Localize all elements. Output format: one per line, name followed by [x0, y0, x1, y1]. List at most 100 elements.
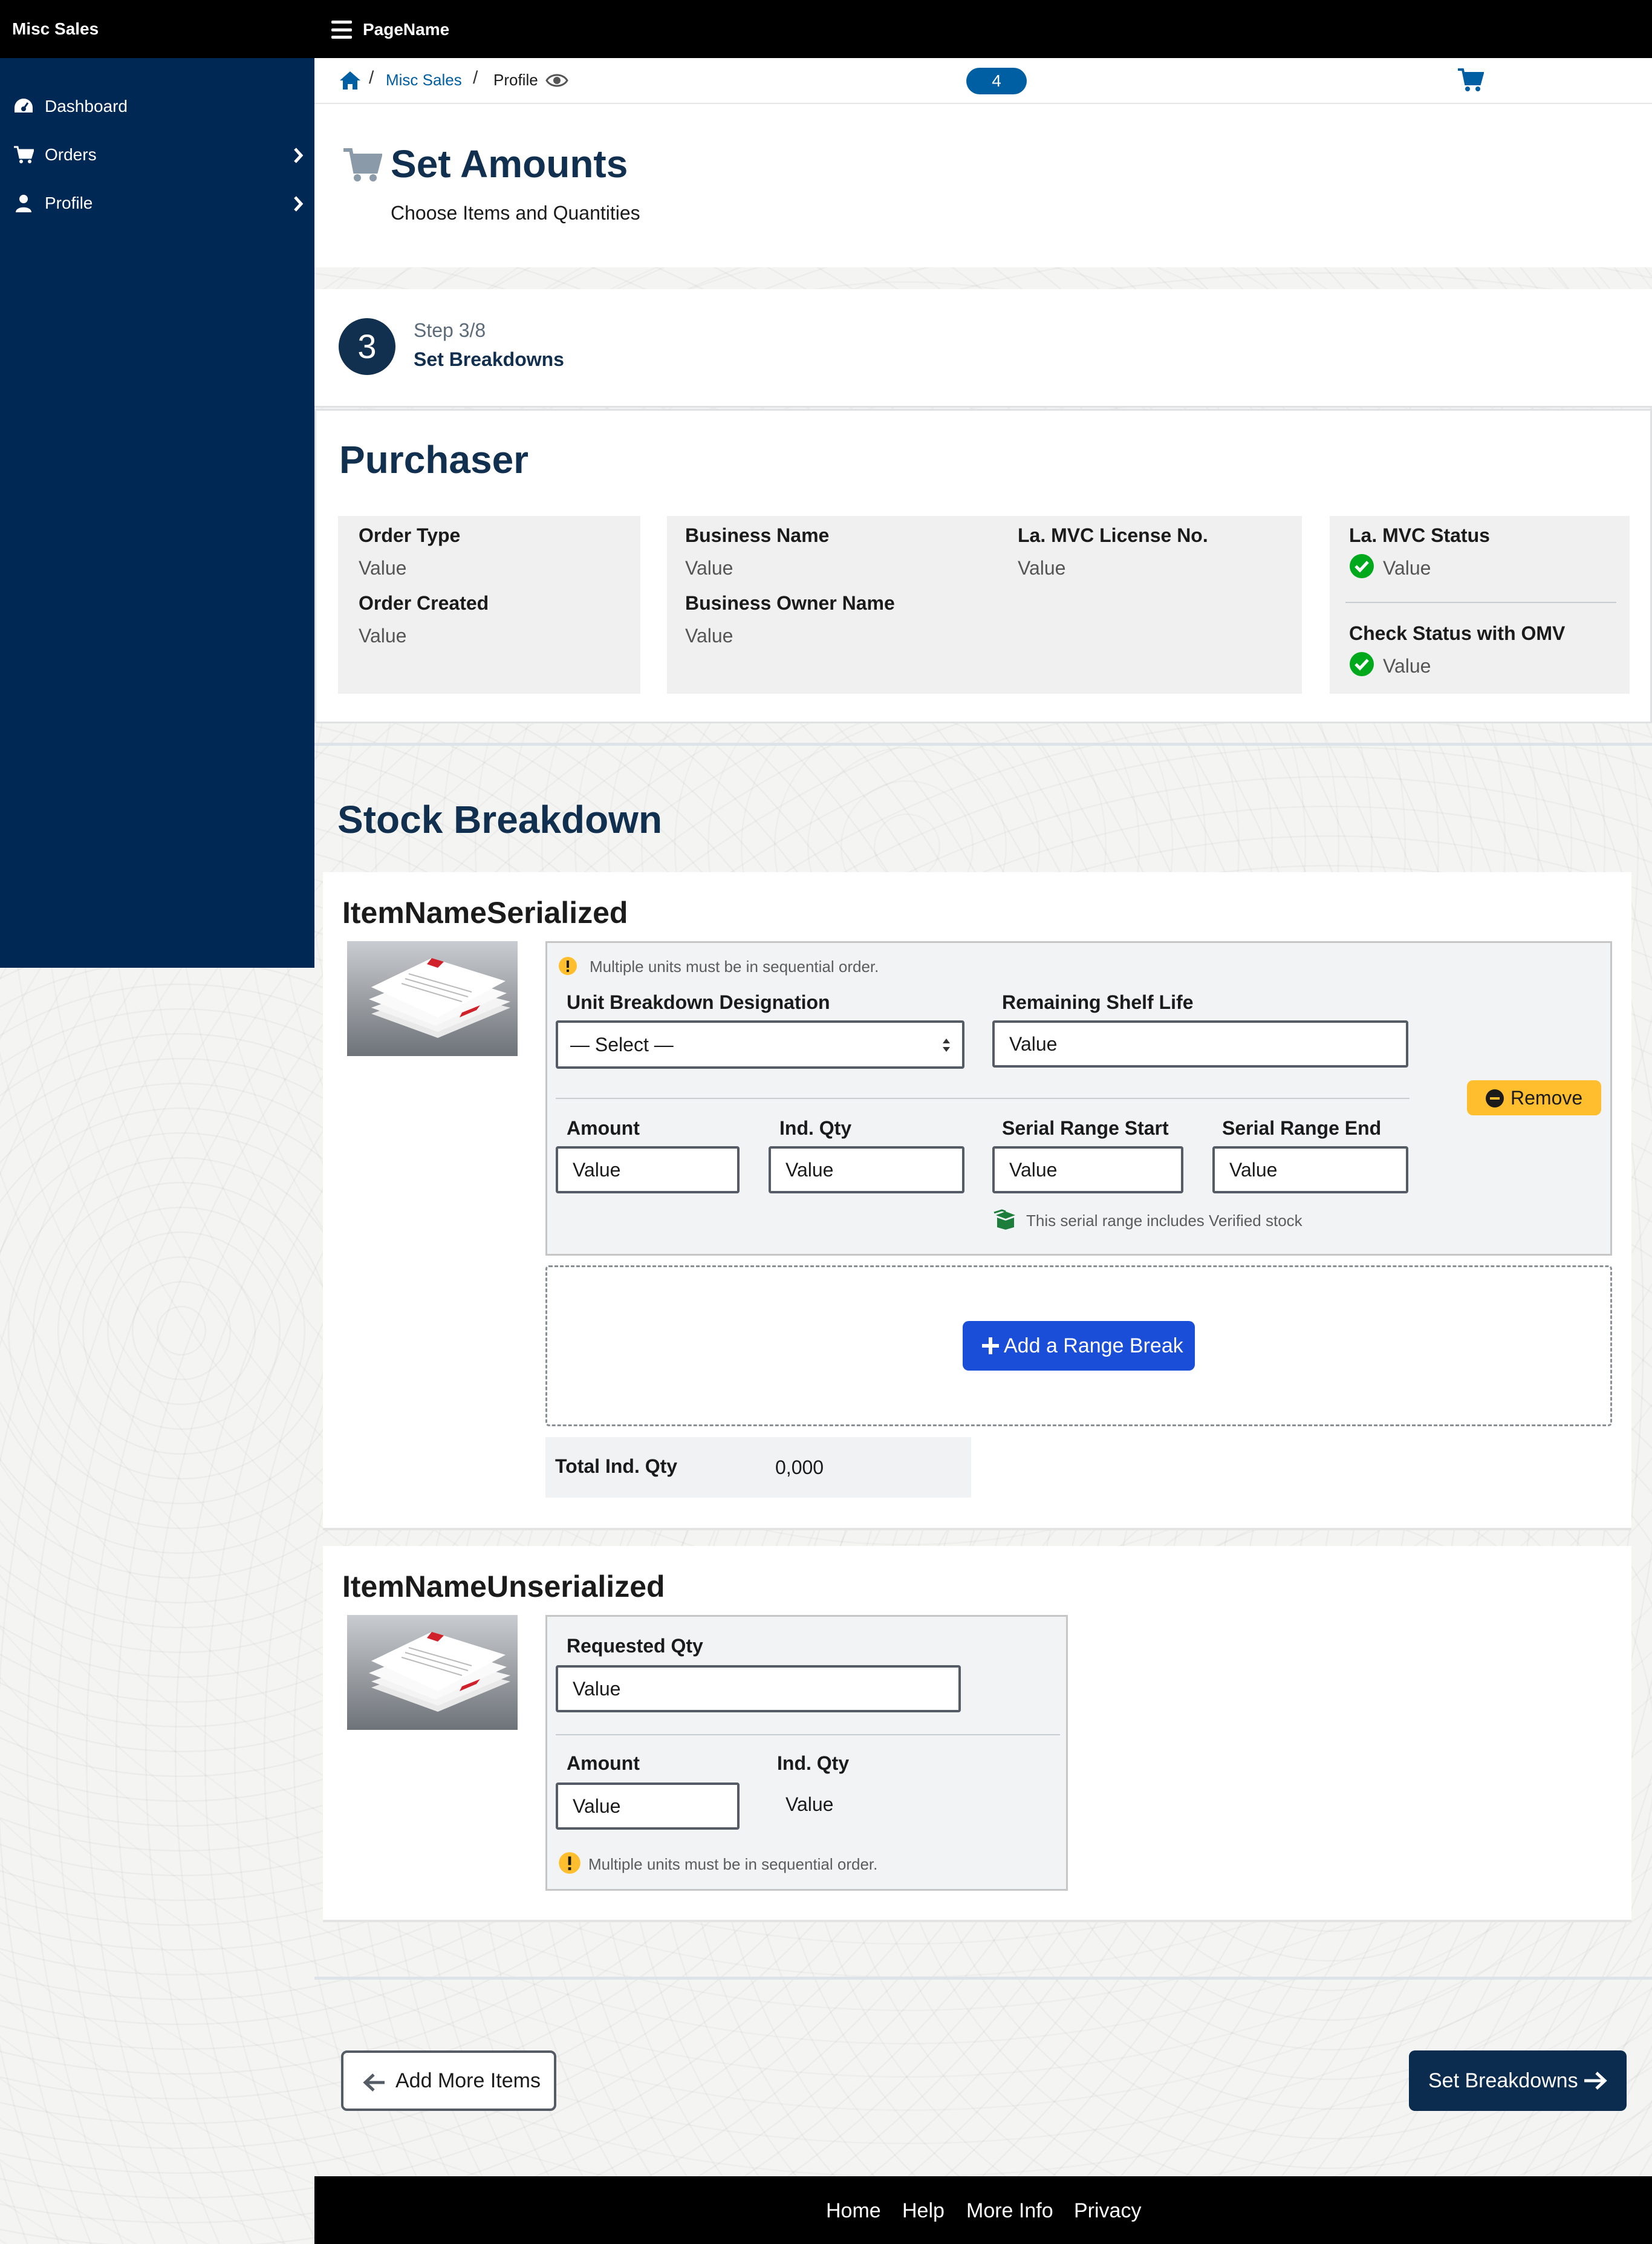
unserialized-form: Requested Qty Amount Ind. Qty Value Mult… [545, 1615, 1068, 1891]
footer-link-help[interactable]: Help [902, 2199, 945, 2223]
sidebar-item-dashboard[interactable]: Dashboard [0, 82, 314, 131]
breadcrumb-separator: / [473, 68, 478, 88]
serial-start-label: Serial Range Start [1002, 1117, 1169, 1139]
step-title: Set Breakdowns [414, 348, 564, 370]
sequential-order-hint: Multiple units must be in sequential ord… [590, 957, 879, 976]
owner-name-label: Business Owner Name [685, 592, 895, 614]
document-stack-image [347, 941, 518, 1056]
footer-link-more-info[interactable]: More Info [966, 2199, 1053, 2223]
add-more-items-button[interactable]: Add More Items [341, 2050, 556, 2111]
step-count: Step 3/8 [414, 319, 486, 341]
item-thumbnail-image [347, 941, 518, 1056]
serial-end-label: Serial Range End [1222, 1117, 1382, 1139]
license-value: Value [1018, 557, 1066, 579]
shelf-life-label: Remaining Shelf Life [1002, 991, 1194, 1013]
page-subtitle: Choose Items and Quantities [391, 202, 640, 224]
eye-icon[interactable] [545, 71, 568, 90]
breadcrumb-current: Profile [493, 71, 538, 89]
license-label: La. MVC License No. [1018, 524, 1208, 546]
range-break-form: Multiple units must be in sequential ord… [545, 941, 1612, 1256]
hamburger-menu-icon[interactable] [331, 21, 352, 39]
sidebar-item-label: Profile [45, 194, 93, 212]
app-title[interactable]: Misc Sales [12, 0, 99, 58]
dashboard-icon [15, 99, 33, 113]
footer-link-home[interactable]: Home [826, 2199, 881, 2223]
business-info-card: Business Name Value La. MVC License No. … [667, 516, 1302, 694]
verified-stock-note: This serial range includes Verified stoc… [1026, 1212, 1302, 1230]
requested-qty-label: Requested Qty [567, 1635, 703, 1657]
warning-icon [559, 957, 577, 975]
amount-input[interactable] [556, 1782, 740, 1830]
arrow-right-icon [1584, 2072, 1607, 2090]
remove-button[interactable]: Remove [1467, 1080, 1601, 1115]
amount-label: Amount [567, 1117, 640, 1139]
status-card: La. MVC Status Value Check Status with O… [1330, 516, 1630, 694]
form-divider [556, 1098, 1410, 1099]
cart-icon [343, 148, 382, 181]
unit-designation-select[interactable]: — Select — [556, 1020, 964, 1069]
user-icon [16, 195, 31, 212]
purchaser-heading: Purchaser [339, 438, 529, 481]
set-breakdowns-label: Set Breakdowns [1428, 2069, 1578, 2092]
plus-icon [982, 1337, 999, 1354]
footer-link-privacy[interactable]: Privacy [1074, 2199, 1141, 2223]
page-title: Set Amounts [391, 142, 628, 186]
chevron-right-icon [294, 148, 304, 163]
amount-input[interactable] [556, 1146, 740, 1193]
add-range-break-button[interactable]: Add a Range Break [963, 1321, 1195, 1371]
minus-circle-icon [1486, 1089, 1504, 1107]
serialized-item-name: ItemNameSerialized [342, 896, 628, 930]
sidebar-item-profile[interactable]: Profile [0, 179, 314, 227]
sidebar: Dashboard Orders Profile [0, 58, 314, 968]
cart-count-badge[interactable]: 4 [966, 68, 1027, 94]
purchaser-section: Purchaser Order Type Value Order Created… [314, 409, 1652, 723]
section-divider [314, 1977, 1652, 1980]
shelf-life-input[interactable] [992, 1020, 1408, 1068]
item-thumbnail-image [347, 1615, 518, 1730]
set-breakdowns-button[interactable]: Set Breakdowns [1409, 2050, 1627, 2111]
form-divider [556, 1734, 1060, 1735]
order-info-card: Order Type Value Order Created Value [338, 516, 640, 694]
amount-label: Amount [567, 1752, 640, 1774]
ind-qty-label: Ind. Qty [779, 1117, 852, 1139]
box-open-icon [993, 1209, 1015, 1230]
chevron-right-icon [294, 196, 304, 212]
section-divider [314, 743, 1652, 746]
add-range-break-label: Add a Range Break [1004, 1334, 1183, 1357]
total-ind-qty-label: Total Ind. Qty [555, 1455, 678, 1477]
page-name: PageName [363, 20, 450, 39]
ind-qty-label: Ind. Qty [777, 1752, 850, 1774]
order-created-value: Value [359, 625, 407, 647]
unserialized-item-name: ItemNameUnserialized [342, 1570, 665, 1603]
business-name-value: Value [685, 557, 733, 579]
add-more-items-label: Add More Items [395, 2069, 541, 2092]
sidebar-item-label: Orders [45, 145, 97, 164]
document-stack-image [347, 1615, 518, 1730]
breadcrumb: / Misc Sales / Profile 4 [314, 58, 1652, 104]
mvc-status-value: Value [1383, 557, 1431, 579]
sidebar-item-orders[interactable]: Orders [0, 131, 314, 179]
order-type-value: Value [359, 557, 407, 579]
cart-icon[interactable] [1457, 67, 1484, 93]
unit-designation-label: Unit Breakdown Designation [567, 991, 830, 1013]
footer: Home Help More Info Privacy [314, 2176, 1652, 2244]
requested-qty-input[interactable] [556, 1665, 961, 1712]
order-created-label: Order Created [359, 592, 489, 614]
serial-start-input[interactable] [992, 1146, 1183, 1193]
page-header: Set Amounts Choose Items and Quantities [314, 104, 1652, 267]
mvc-status-label: La. MVC Status [1349, 524, 1490, 546]
ind-qty-input[interactable] [769, 1146, 964, 1193]
serial-end-input[interactable] [1212, 1146, 1408, 1193]
order-type-label: Order Type [359, 524, 461, 546]
business-name-label: Business Name [685, 524, 830, 546]
unit-designation-selected: — Select — [570, 1034, 674, 1055]
check-circle-icon [1350, 652, 1374, 676]
sort-caret-icon [943, 1039, 950, 1052]
omv-status-label[interactable]: Check Status with OMV [1349, 622, 1565, 645]
owner-name-value: Value [685, 625, 733, 647]
total-ind-qty: Total Ind. Qty 0,000 [545, 1437, 971, 1498]
breadcrumb-separator: / [369, 68, 374, 88]
cart-icon [14, 146, 34, 163]
breadcrumb-link-misc-sales[interactable]: Misc Sales [386, 71, 462, 90]
home-icon[interactable] [339, 69, 362, 92]
